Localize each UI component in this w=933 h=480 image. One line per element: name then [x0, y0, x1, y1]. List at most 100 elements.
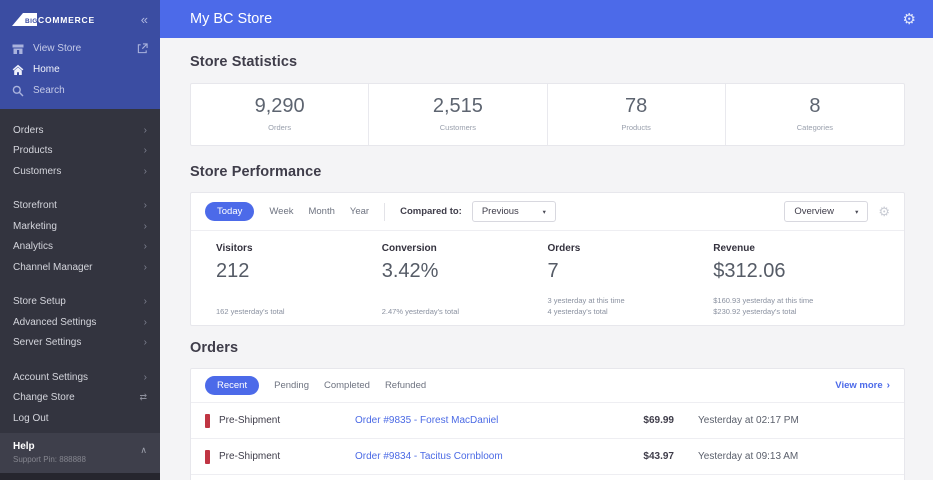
order-link[interactable]: Order #9835 - Forest MacDaniel [355, 415, 604, 426]
order-timestamp: Yesterday at 02:17 PM [698, 415, 799, 426]
metric-sublines: 162 yesterday's total [216, 295, 382, 317]
chevron-right-icon: › [886, 380, 890, 391]
sidebar-item-marketing[interactable]: Marketing › [0, 216, 160, 237]
sidebar-item-view-store[interactable]: View Store [0, 38, 160, 59]
tab-refunded[interactable]: Refunded [385, 380, 426, 391]
metric-conversion: Conversion 3.42% 2.47% yesterday's total [382, 243, 548, 317]
tab-today[interactable]: Today [205, 202, 255, 221]
metric-sublines: 3 yesterday at this time 4 yesterday's t… [548, 295, 714, 317]
view-more-link[interactable]: View more › [835, 380, 890, 391]
order-price: $43.97 [643, 451, 674, 462]
status-indicator-red [205, 413, 210, 428]
sidebar-item-label: Products [13, 145, 53, 157]
table-row[interactable]: Pre-Shipment Order #9835 - Forest MacDan… [191, 402, 904, 438]
metric-line [216, 295, 382, 306]
support-pin: Support Pin: 888888 [13, 455, 86, 464]
metric-line: 3 yesterday at this time [547, 296, 625, 305]
performance-gear-icon[interactable]: ⚙ [878, 204, 890, 220]
chevron-right-icon: › [143, 241, 147, 253]
chevron-right-icon: › [143, 145, 147, 157]
sidebar-item-label: Store Setup [13, 296, 66, 308]
tab-completed[interactable]: Completed [324, 380, 370, 391]
stat-customers: 2,515 Customers [369, 84, 548, 145]
overview-select[interactable]: Overview ▾ [784, 201, 869, 222]
metric-line: 4 yesterday's total [547, 307, 608, 316]
tab-week[interactable]: Week [269, 206, 293, 217]
tab-pending[interactable]: Pending [274, 380, 309, 391]
sidebar-item-storefront[interactable]: Storefront › [0, 196, 160, 217]
order-link[interactable]: Order #9834 - Tacitus Cornbloom [355, 451, 604, 462]
top-header-bar: My BC Store ⚙ [160, 0, 933, 38]
compared-to-select[interactable]: Previous ▾ [471, 201, 556, 222]
sidebar-top-section: BIG COMMERCE « View Store Home Search [0, 0, 160, 109]
sidebar-item-label: Analytics [13, 241, 54, 253]
metric-line [382, 295, 548, 306]
sidebar-item-customers[interactable]: Customers › [0, 161, 160, 182]
bigcommerce-logo[interactable]: BIG COMMERCE [12, 12, 95, 26]
stat-products: 78 Products [548, 84, 726, 145]
sidebar-item-server-settings[interactable]: Server Settings › [0, 333, 160, 354]
sidebar-item-label: Storefront [13, 200, 57, 212]
sidebar-item-home[interactable]: Home [0, 59, 160, 80]
chevron-right-icon: › [143, 165, 147, 177]
sidebar-item-advanced-settings[interactable]: Advanced Settings › [0, 312, 160, 333]
help-text-block: Help Support Pin: 888888 [13, 441, 86, 464]
sidebar-item-channel-manager[interactable]: Channel Manager › [0, 257, 160, 278]
main-area: My BC Store ⚙ Store Statistics 9,290 Ord… [160, 0, 933, 480]
sidebar-item-products[interactable]: Products › [0, 141, 160, 162]
search-icon [12, 85, 24, 97]
sidebar-item-log-out[interactable]: Log Out [0, 408, 160, 429]
chevron-right-icon: › [143, 200, 147, 212]
sidebar-item-search[interactable]: Search [0, 80, 160, 101]
table-row[interactable]: Completed Order #9833 - Robert Robertson… [191, 474, 904, 480]
tab-month[interactable]: Month [308, 206, 334, 217]
sidebar-help-panel[interactable]: Help Support Pin: 888888 ∧ [0, 433, 160, 473]
logo-text-big: BIG [25, 17, 38, 25]
stat-label: Products [621, 123, 651, 132]
stat-value: 78 [625, 95, 648, 117]
status-indicator-red [205, 449, 210, 464]
tab-year[interactable]: Year [350, 206, 369, 217]
table-row[interactable]: Pre-Shipment Order #9834 - Tacitus Cornb… [191, 438, 904, 474]
tab-recent[interactable]: Recent [205, 376, 260, 395]
metric-sublines: 2.47% yesterday's total [382, 295, 548, 317]
sidebar-item-account-settings[interactable]: Account Settings › [0, 367, 160, 388]
stat-orders: 9,290 Orders [191, 84, 370, 145]
chevron-down-icon: ▾ [542, 208, 546, 216]
store-statistics-heading: Store Statistics [190, 54, 298, 70]
sidebar-collapse-icon[interactable]: « [141, 13, 148, 26]
stat-label: Categories [796, 123, 834, 132]
metric-orders: Orders 7 3 yesterday at this time 4 yest… [548, 243, 714, 317]
metric-line: $160.93 yesterday at this time [713, 296, 814, 305]
store-performance-heading: Store Performance [190, 164, 322, 180]
sidebar-item-store-setup[interactable]: Store Setup › [0, 292, 160, 313]
sidebar: BIG COMMERCE « View Store Home Search Or… [0, 0, 160, 480]
metric-line: 162 yesterday's total [216, 307, 285, 316]
compared-to-label: Compared to: [400, 206, 462, 217]
logo-text-commerce: COMMERCE [38, 14, 95, 25]
caret-up-icon: ∧ [140, 445, 147, 455]
logo-mountain-icon [12, 12, 23, 26]
status-label: Pre-Shipment [219, 451, 281, 462]
sidebar-item-orders[interactable]: Orders › [0, 120, 160, 141]
metric-value: 7 [547, 260, 559, 282]
metric-label: Orders [547, 243, 581, 254]
chevron-right-icon: › [143, 124, 147, 136]
settings-gear-icon[interactable]: ⚙ [903, 12, 916, 27]
sidebar-item-label: Channel Manager [13, 261, 93, 273]
order-price: $69.99 [643, 415, 674, 426]
stat-value: 2,515 [432, 95, 483, 117]
metric-label: Conversion [381, 243, 437, 254]
sidebar-item-label: View Store [33, 43, 82, 54]
sidebar-section-gap [0, 353, 160, 367]
performance-metrics: Visitors 212 162 yesterday's total Conve… [191, 231, 904, 325]
status-label: Pre-Shipment [219, 415, 281, 426]
sidebar-item-change-store[interactable]: Change Store ⇄ [0, 388, 160, 409]
orders-heading: Orders [190, 340, 239, 356]
stat-value: 8 [809, 95, 821, 117]
sidebar-item-analytics[interactable]: Analytics › [0, 237, 160, 258]
chevron-right-icon: › [143, 296, 147, 308]
sidebar-item-label: Advanced Settings [13, 316, 97, 328]
metric-value: $312.06 [713, 260, 786, 282]
sidebar-item-label: Customers [13, 165, 62, 177]
